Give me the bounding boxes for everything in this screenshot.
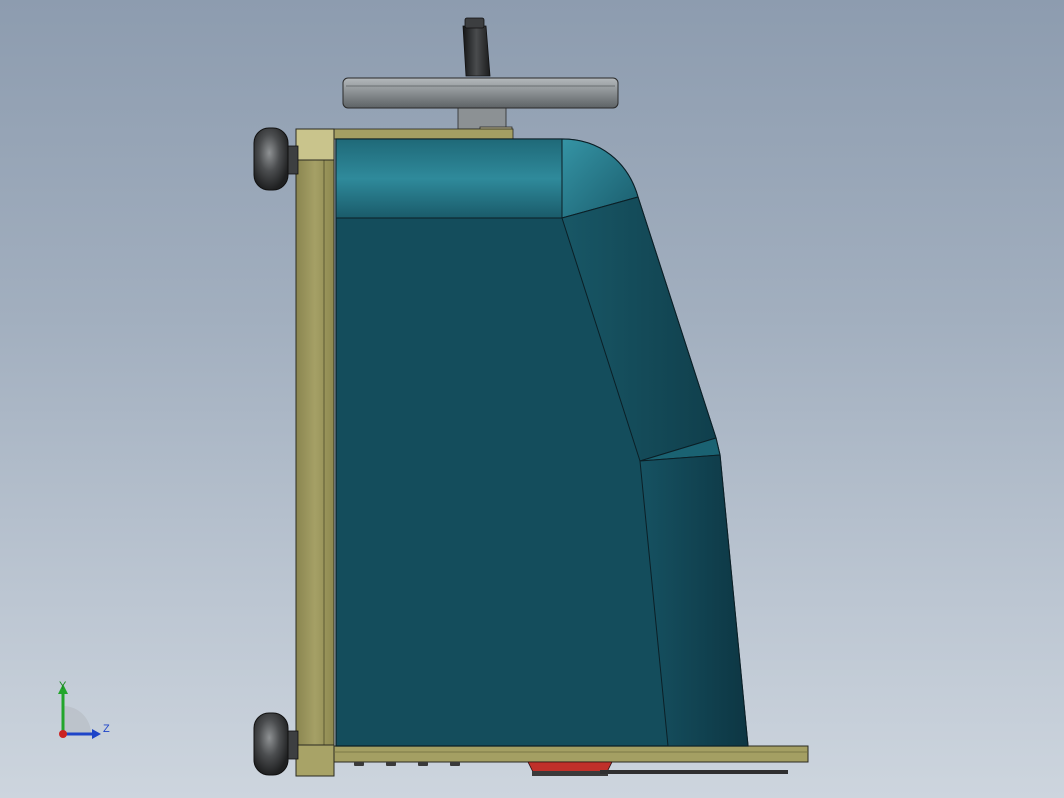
fastener [450,762,460,766]
y-axis-label: Y [59,680,67,692]
enclosure-top-band [335,138,563,219]
top-cross-rail [332,128,514,140]
z-axis-arrow-icon [92,729,101,739]
frame-top-cap [295,128,335,161]
caster-lower[interactable] [253,712,299,776]
x-axis-point-icon [59,730,67,738]
reference-triad: Y Z [48,676,118,746]
graphics-area[interactable]: Y Z [0,0,1064,798]
z-axis-label: Z [103,723,110,735]
enclosure-body[interactable] [335,138,749,747]
base-plate [333,745,809,763]
fastener [354,762,364,766]
vertical-frame-post [295,128,335,777]
handwheel-handle [462,25,491,77]
caster-upper[interactable] [253,127,299,191]
fastener [418,762,428,766]
triad-arc [63,706,91,734]
leveling-foot-pad [532,771,608,776]
fastener [386,762,396,766]
handwheel-shaft [457,106,507,130]
base-fasteners [354,761,788,776]
machine-model[interactable] [0,0,1064,798]
handwheel-handle-cap [464,17,485,29]
handwheel-rim [342,77,619,109]
frame-bottom-cap [295,744,335,777]
floor-rail [600,770,788,774]
handwheel-assembly[interactable] [342,17,619,136]
caster-wheel [253,712,289,776]
caster-wheel [253,127,289,191]
